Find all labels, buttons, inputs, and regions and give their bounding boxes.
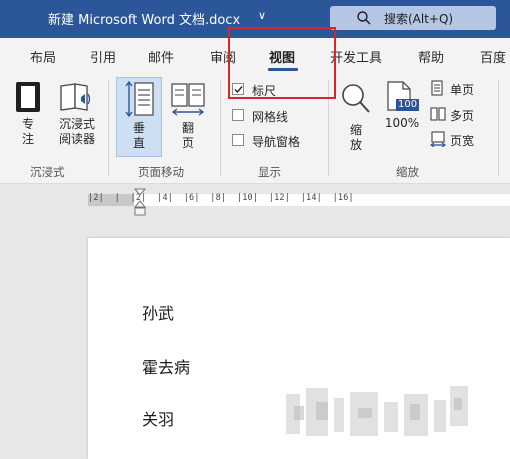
vertical-scroll-icon — [125, 80, 154, 118]
tab-baidu[interactable]: 百度 — [480, 47, 506, 66]
tab-developer[interactable]: 开发工具 — [330, 47, 382, 66]
multiple-pages-icon — [430, 107, 446, 121]
group-label-page-movement: 页面移动 — [138, 165, 184, 179]
vertical-label-1: 垂 — [132, 121, 145, 135]
zoom-100-badge: 100 — [396, 99, 420, 111]
focus-label-1: 专 — [21, 117, 34, 131]
navigation-pane-checkbox-box[interactable] — [232, 134, 244, 146]
zoom-label-1: 缩 — [349, 123, 362, 137]
search-box[interactable]: 搜索(Alt+Q) — [330, 6, 496, 30]
document-line[interactable]: 关羽 — [142, 406, 174, 430]
gridlines-checkbox-box[interactable] — [232, 109, 244, 121]
group-separator — [220, 80, 221, 176]
zoom-label-2: 放 — [349, 138, 362, 152]
side-to-side-label-1: 翻 — [181, 121, 194, 135]
immersive-reader-button[interactable]: 沉浸式 阅读器 — [52, 80, 102, 147]
immersive-reader-label-2: 阅读器 — [58, 132, 95, 146]
document-line[interactable]: 霍去病 — [142, 354, 190, 378]
annotation-highlight-box — [228, 27, 336, 99]
immersive-reader-label-1: 沉浸式 — [58, 117, 95, 131]
title-chevron-down-icon[interactable]: ∨ — [258, 9, 266, 22]
one-page-icon — [431, 80, 443, 96]
zoom-100-label: 100% — [384, 116, 420, 130]
ruler-area: |2| | |2| |4| |6| |8| |10| |12| |14| |16… — [0, 184, 510, 216]
focus-label-2: 注 — [21, 132, 34, 146]
group-separator — [498, 80, 499, 176]
zoom-button[interactable]: 缩 放 — [336, 80, 376, 153]
indent-marker-icon[interactable] — [134, 188, 146, 218]
side-to-side-icon — [171, 83, 205, 116]
side-to-side-button[interactable]: 翻 页 — [166, 80, 210, 151]
gridlines-label: 网格线 — [252, 110, 289, 124]
side-to-side-label-2: 页 — [181, 136, 194, 150]
tab-references[interactable]: 引用 — [90, 47, 116, 66]
one-page-label: 单页 — [450, 83, 475, 97]
vertical-button[interactable]: 垂 直 — [118, 80, 160, 151]
search-label: 搜索(Alt+Q) — [384, 12, 454, 26]
zoom-magnifier-icon — [342, 84, 370, 113]
blurred-watermark — [286, 386, 468, 436]
group-label-immersive: 沉浸式 — [30, 165, 65, 179]
tab-help[interactable]: 帮助 — [418, 47, 444, 66]
focus-button[interactable]: 专 注 — [8, 80, 48, 147]
vertical-label-2: 直 — [132, 136, 145, 150]
group-label-show: 显示 — [258, 165, 281, 179]
zoom-100-button[interactable]: 100 100% — [382, 80, 422, 131]
document-area: 孙武 霍去病 关羽 — [0, 216, 510, 459]
document-line[interactable]: 孙武 — [142, 300, 174, 324]
tab-mailings[interactable]: 邮件 — [148, 47, 174, 66]
immersive-reader-icon — [60, 83, 91, 111]
ruler-ticks: |2| | |2| |4| |6| |8| |10| |12| |14| |16… — [88, 193, 354, 203]
page-width-icon — [430, 131, 446, 147]
document-title[interactable]: 新建 Microsoft Word 文档.docx — [48, 9, 240, 28]
multiple-pages-label: 多页 — [450, 109, 475, 123]
tab-layout[interactable]: 布局 — [30, 47, 56, 66]
zoom-100-icon: 100 — [382, 80, 422, 116]
document-page[interactable]: 孙武 霍去病 关羽 — [88, 238, 510, 459]
focus-icon — [16, 82, 40, 112]
navigation-pane-label: 导航窗格 — [252, 135, 301, 149]
group-label-zoom: 缩放 — [396, 165, 419, 179]
page-width-label: 页宽 — [450, 134, 475, 148]
group-separator — [108, 80, 109, 176]
search-icon — [357, 11, 371, 25]
